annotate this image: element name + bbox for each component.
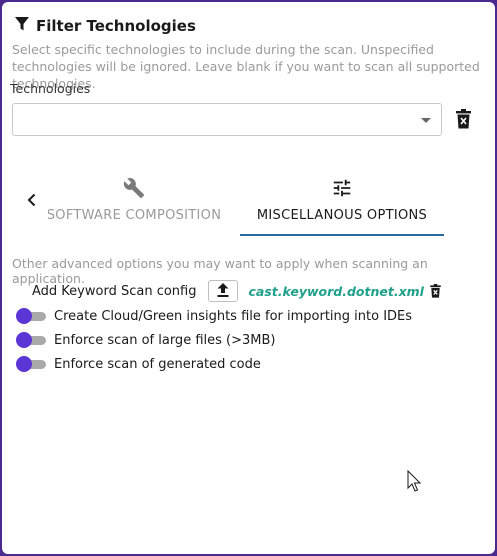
tab-software-composition-label: SOFTWARE COMPOSITION xyxy=(48,208,222,223)
keyword-scan-config-label: Add Keyword Scan config xyxy=(32,283,197,299)
wrench-icon xyxy=(123,176,145,200)
upload-keyword-config-button[interactable] xyxy=(208,280,239,302)
toggle-knob xyxy=(16,332,32,348)
upload-icon xyxy=(217,282,229,301)
toggle-row-generated-code: Enforce scan of generated code xyxy=(16,354,261,374)
tab-miscellanous-options-label: MISCELLANOUS OPTIONS xyxy=(256,208,428,223)
caret-down-icon xyxy=(421,118,431,123)
sliders-icon xyxy=(331,176,353,200)
tabs-scroll-left-icon[interactable] xyxy=(22,188,42,212)
keyword-scan-config-row: Add Keyword Scan config cast.keyword.dot… xyxy=(32,279,441,303)
panel-title-text: Filter Technologies xyxy=(36,17,196,35)
tabs-viewport: SOFTWARE COMPOSITION MISCELLANOUS OPTION… xyxy=(48,170,448,236)
toggle-row-cloud-green-insights: Create Cloud/Green insights file for imp… xyxy=(16,306,412,326)
keyword-config-file-name: cast.keyword.dotnet.xml xyxy=(248,283,424,299)
enforce-large-files-toggle[interactable] xyxy=(16,332,46,348)
cloud-green-insights-label: Create Cloud/Green insights file for imp… xyxy=(54,308,413,324)
remove-keyword-file-trash-icon[interactable] xyxy=(430,284,441,298)
toggle-knob xyxy=(16,356,32,372)
panel-title: Filter Technologies xyxy=(14,16,196,36)
options-tabs: SOFTWARE COMPOSITION MISCELLANOUS OPTION… xyxy=(2,170,495,240)
technologies-select[interactable] xyxy=(12,103,442,136)
filter-technologies-panel: Filter Technologies Select specific tech… xyxy=(2,2,495,554)
toggle-knob xyxy=(16,308,32,324)
enforce-generated-code-toggle[interactable] xyxy=(16,356,46,372)
tab-software-composition[interactable]: SOFTWARE COMPOSITION xyxy=(48,170,244,234)
enforce-large-files-label: Enforce scan of large files (>3MB) xyxy=(54,332,276,348)
enforce-generated-code-label: Enforce scan of generated code xyxy=(54,356,261,372)
technologies-label: Technologies xyxy=(10,81,91,96)
clear-technologies-trash-icon[interactable] xyxy=(456,109,471,133)
tab-miscellanous-options[interactable]: MISCELLANOUS OPTIONS xyxy=(240,170,444,234)
toggle-row-large-files: Enforce scan of large files (>3MB) xyxy=(16,330,275,350)
filter-icon xyxy=(14,16,30,36)
mouse-pointer-icon xyxy=(407,469,422,496)
active-tab-indicator xyxy=(240,234,444,236)
cloud-green-insights-toggle[interactable] xyxy=(16,308,46,324)
